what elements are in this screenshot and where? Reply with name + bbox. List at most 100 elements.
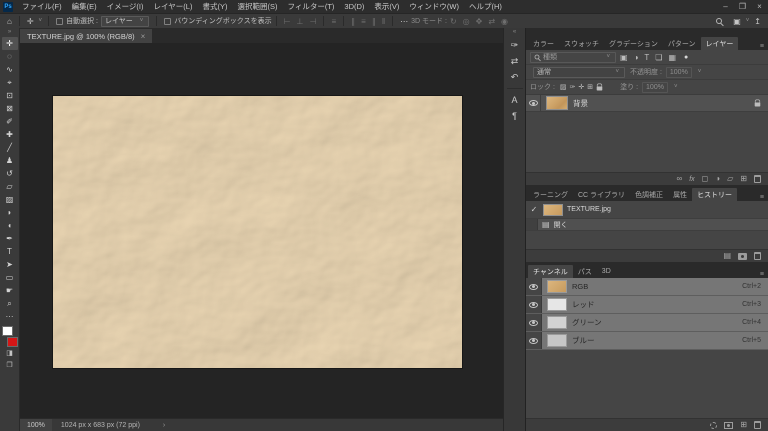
show-transform-controls-checkbox[interactable] <box>164 17 172 25</box>
filter-toggle-icon[interactable]: ● <box>684 54 688 61</box>
foreground-color-swatch[interactable] <box>1 326 13 336</box>
blur-tool[interactable]: ◗ <box>2 206 18 219</box>
chevron-down-icon[interactable]: ˅ <box>37 18 45 24</box>
workspace-switcher-icon[interactable]: ▣ <box>730 17 744 26</box>
layer-thumbnail[interactable] <box>546 96 568 110</box>
chevron-down-icon[interactable]: ˅ <box>696 69 704 75</box>
layer-style-icon[interactable]: fx <box>689 176 694 183</box>
screen-mode-icon[interactable]: ❐ <box>2 359 18 371</box>
crop-tool[interactable]: ⊡ <box>2 89 18 102</box>
menu-filter[interactable]: フィルター(T) <box>282 1 339 12</box>
delete-layer-icon[interactable] <box>754 175 761 183</box>
share-image-icon[interactable]: ↥ <box>751 17 764 26</box>
history-brush-tool[interactable]: ↺ <box>2 167 18 180</box>
layer-visibility-cell[interactable] <box>526 95 541 111</box>
3d-orbit-icon[interactable]: ↻ <box>447 17 460 26</box>
3d-roll-icon[interactable]: ◎ <box>460 17 473 26</box>
marquee-tool[interactable]: ◌ <box>2 50 18 63</box>
restore-button[interactable]: ❐ <box>734 2 751 11</box>
clone-stamp-tool[interactable]: ♟ <box>2 154 18 167</box>
edit-toolbar-icon[interactable]: ⋯ <box>2 310 18 323</box>
dock-collapse-icon[interactable]: « <box>513 28 516 37</box>
status-options-chevron-icon[interactable]: › <box>149 422 165 429</box>
background-lock-icon[interactable] <box>754 99 761 107</box>
filter-smart-objects-icon[interactable]: ▦ <box>666 53 678 62</box>
add-layer-mask-icon[interactable]: ◻ <box>702 175 709 183</box>
save-selection-as-channel-icon[interactable] <box>724 421 734 429</box>
opacity-value[interactable]: 100% <box>665 66 692 78</box>
tab-close-icon[interactable]: × <box>141 32 146 41</box>
tab-paths[interactable]: パス <box>573 265 597 278</box>
dodge-tool[interactable]: ◖ <box>2 219 18 232</box>
chevron-down-icon[interactable]: ˅ <box>744 18 752 24</box>
auto-select-target-dropdown[interactable]: レイヤー ˅ <box>100 15 150 27</box>
load-channel-selection-icon[interactable] <box>710 421 718 429</box>
3d-pan-icon[interactable]: ✥ <box>473 17 486 26</box>
home-icon[interactable]: ⌂ <box>4 17 15 26</box>
canvas-image[interactable] <box>52 95 463 369</box>
menu-file[interactable]: ファイル(F) <box>17 1 67 12</box>
minimize-button[interactable]: – <box>717 2 734 11</box>
menu-select[interactable]: 選択範囲(S) <box>232 1 282 12</box>
panel-menu-icon[interactable]: ≡ <box>760 43 764 50</box>
tab-cc-libraries[interactable]: CC ライブラリ <box>573 188 630 201</box>
lock-transparency-icon[interactable]: ▨ <box>560 83 567 91</box>
brush-tool[interactable]: ╱ <box>2 141 18 154</box>
gradient-tool[interactable]: ▨ <box>2 193 18 206</box>
tab-learning[interactable]: ラーニング <box>528 188 573 201</box>
spot-healing-brush-tool[interactable]: ✚ <box>2 128 18 141</box>
3d-camera-icon[interactable]: ◉ <box>498 17 511 26</box>
history-brush-source-icon[interactable]: ✓ <box>529 205 539 214</box>
new-group-icon[interactable]: ▱ <box>727 175 733 183</box>
align-right-icon[interactable]: ⊣ <box>307 17 320 26</box>
filter-type-layers-icon[interactable]: T <box>642 53 651 62</box>
panel-menu-icon[interactable]: ≡ <box>760 194 764 201</box>
distribute-bottom-icon[interactable]: ∥ <box>369 17 379 26</box>
channel-visibility-cell[interactable] <box>526 278 542 295</box>
fill-value[interactable]: 100% <box>642 81 668 93</box>
link-layers-icon[interactable]: ∞ <box>677 175 683 183</box>
eraser-tool[interactable]: ▱ <box>2 180 18 193</box>
new-snapshot-icon[interactable] <box>738 252 747 260</box>
toolbar-collapse-icon[interactable]: » <box>8 28 11 37</box>
align-left-icon[interactable]: ⊢ <box>281 17 294 26</box>
background-color-swatch[interactable] <box>6 337 18 347</box>
menu-window[interactable]: ウィンドウ(W) <box>404 1 464 12</box>
tab-patterns[interactable]: パターン <box>663 37 701 50</box>
document-tab[interactable]: TEXTURE.jpg @ 100% (RGB/8) × <box>20 29 153 43</box>
distribute-center-icon[interactable]: ≡ <box>358 17 369 26</box>
chevron-down-icon[interactable]: ˅ <box>672 84 680 90</box>
channel-row-red[interactable]: レッド Ctrl+3 <box>526 296 768 314</box>
menu-edit[interactable]: 編集(E) <box>67 1 102 12</box>
history-snapshot-row[interactable]: ✓ TEXTURE.jpg <box>526 201 768 218</box>
lock-artboard-icon[interactable]: ⊞ <box>587 83 593 91</box>
pen-tool[interactable]: ✒ <box>2 232 18 245</box>
search-icon[interactable] <box>716 18 723 24</box>
align-center-icon[interactable]: ⊥ <box>294 17 307 26</box>
hand-tool[interactable]: ☛ <box>2 284 18 297</box>
menu-layer[interactable]: レイヤー(L) <box>149 1 198 12</box>
new-document-from-state-icon[interactable]: ▤ <box>723 252 731 260</box>
panel-menu-icon[interactable]: ≡ <box>760 271 764 278</box>
channel-row-rgb[interactable]: RGB Ctrl+2 <box>526 278 768 296</box>
frame-tool[interactable]: ⊠ <box>2 102 18 115</box>
layer-filter-dropdown[interactable]: 種類 ˅ <box>530 51 616 63</box>
menu-type[interactable]: 書式(Y) <box>197 1 232 12</box>
more-options-icon[interactable]: ⋯ <box>397 17 411 26</box>
type-tool[interactable]: T <box>2 245 18 258</box>
rectangle-tool[interactable]: ▭ <box>2 271 18 284</box>
align-edges-icon[interactable]: ≡ <box>328 17 339 26</box>
tab-gradients[interactable]: グラデーション <box>604 37 663 50</box>
object-selection-tool[interactable]: ⌖ <box>2 76 18 89</box>
tab-adjustments[interactable]: 色調補正 <box>630 188 668 201</box>
lock-position-icon[interactable]: ✛ <box>578 83 584 91</box>
lock-all-icon[interactable] <box>596 83 603 91</box>
delete-state-icon[interactable] <box>754 252 761 260</box>
canvas-pasteboard[interactable] <box>20 43 503 418</box>
eyedropper-tool[interactable]: ✐ <box>2 115 18 128</box>
filter-shape-layers-icon[interactable]: ❏ <box>653 53 664 62</box>
layer-row-background[interactable]: 背景 <box>526 95 768 112</box>
history-brush-well[interactable] <box>526 219 538 230</box>
channel-row-blue[interactable]: ブルー Ctrl+5 <box>526 332 768 350</box>
tab-swatches[interactable]: スウォッチ <box>559 37 604 50</box>
